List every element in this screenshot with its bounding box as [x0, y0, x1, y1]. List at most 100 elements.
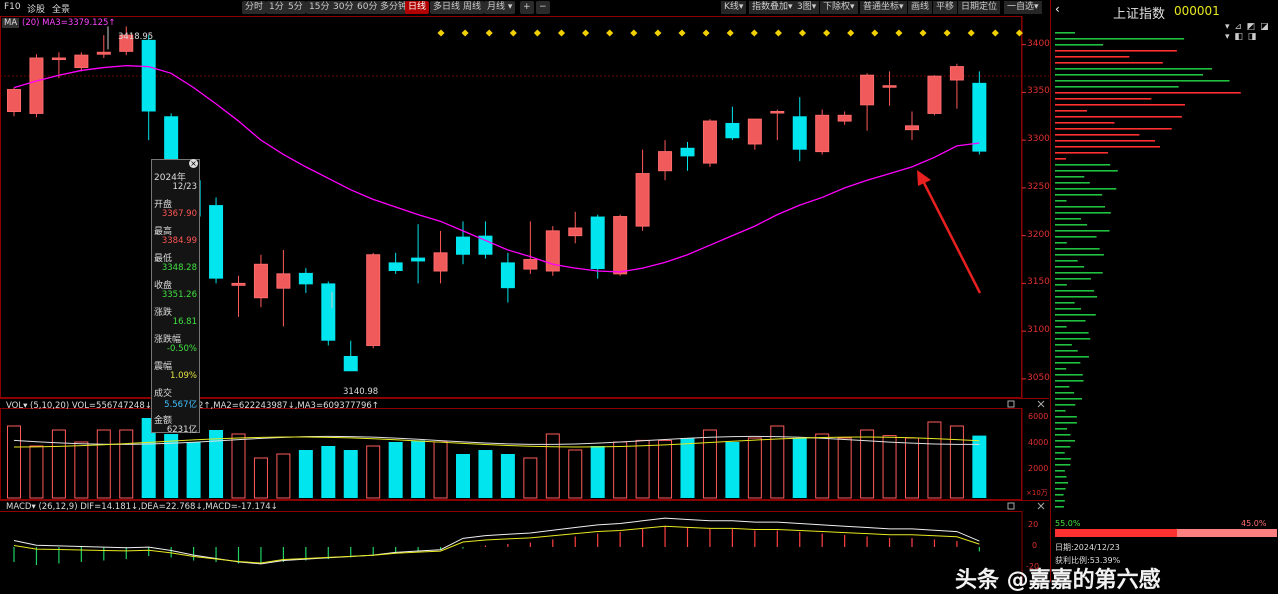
- candle-body-up: [927, 75, 942, 114]
- popup-change-label: 涨跌: [154, 308, 173, 318]
- chip-bar: [1055, 188, 1117, 190]
- period-tab-1[interactable]: 1分: [266, 1, 287, 14]
- candle-body-up: [51, 57, 66, 61]
- chip-bar: [1055, 452, 1065, 454]
- candle-body-up: [635, 173, 650, 227]
- candle-body-up: [882, 85, 897, 88]
- volume-tick: 6000: [1028, 412, 1049, 421]
- volume-bar-up: [96, 429, 111, 499]
- period-tab-10[interactable]: 月线 ▾: [484, 1, 516, 14]
- chip-bar: [1055, 62, 1163, 64]
- volume-bar-down: [388, 442, 403, 498]
- chip-bar: [1055, 398, 1082, 400]
- candle-body-down: [411, 257, 426, 262]
- chip-bar: [1055, 476, 1067, 478]
- popup-high-value: 3384.99: [161, 236, 197, 246]
- period-tab-0[interactable]: 分时: [242, 1, 267, 14]
- chip-bar: [1055, 164, 1111, 166]
- candle-body-down: [972, 82, 987, 152]
- volume-bar-down: [298, 450, 313, 498]
- macd-chart[interactable]: [0, 500, 1050, 582]
- toolbar-button-4[interactable]: 普通坐标▾: [860, 1, 907, 14]
- volume-bar-up: [7, 425, 21, 499]
- chip-bar: [1055, 284, 1067, 286]
- volume-ma-label: 2↑,MA2=622243987↓,MA3=609377796↑: [198, 401, 379, 411]
- volume-bar-up: [658, 439, 673, 499]
- toolbar-button-8[interactable]: 一自选▾: [1004, 1, 1042, 14]
- period-tab-9[interactable]: 周线: [460, 1, 485, 14]
- chip-bar: [1055, 278, 1091, 280]
- zoom-out-button[interactable]: −: [536, 1, 550, 14]
- signal-marker: [847, 29, 855, 37]
- toolbar-link-2[interactable]: 全景: [52, 2, 70, 15]
- volume-bar-up: [949, 425, 964, 499]
- chip-bar: [1055, 344, 1072, 346]
- toolbar-button-2[interactable]: 3图▾: [794, 1, 820, 14]
- candle-info-popup: × 2024年 12/23 开盘 3367.90 最高 3384.99 最低 3…: [151, 159, 200, 435]
- maximize-icon: [1007, 400, 1015, 408]
- toolbar-button-0[interactable]: K线▾: [721, 1, 747, 14]
- volume-bar-down: [972, 435, 987, 498]
- index-title: 上证指数: [1113, 7, 1166, 22]
- chip-bar: [1055, 122, 1115, 124]
- toolbar-button-3[interactable]: 下除权▾: [820, 1, 858, 14]
- candle-body-up: [29, 57, 44, 114]
- volume-bar-up: [523, 457, 538, 499]
- dif-line: [13, 517, 980, 565]
- candle-body-down: [500, 262, 515, 289]
- zoom-in-button[interactable]: +: [520, 1, 534, 14]
- toolbar-button-7[interactable]: 日期定位: [958, 1, 1001, 14]
- chip-bar: [1055, 194, 1103, 196]
- price-tick: 3050: [1027, 372, 1050, 383]
- volume-bar-up: [635, 439, 650, 499]
- volume-bar-up: [276, 453, 291, 499]
- candle-body-down: [680, 147, 695, 157]
- collapse-icon[interactable]: ‹: [1055, 2, 1060, 16]
- signal-marker: [437, 29, 445, 37]
- signal-marker: [919, 29, 927, 37]
- candle-body-down: [141, 39, 156, 112]
- chip-bar: [1055, 326, 1067, 328]
- chip-bar: [1055, 296, 1098, 298]
- chip-bar: [1055, 350, 1078, 352]
- chip-bar: [1055, 98, 1152, 100]
- period-tab-4[interactable]: 30分: [330, 1, 357, 14]
- annotation-arrow: [919, 176, 982, 294]
- toolbar-link-1[interactable]: 诊股: [27, 2, 45, 15]
- close-icon[interactable]: ×: [189, 159, 198, 168]
- period-tab-2[interactable]: 5分: [285, 1, 306, 14]
- toolbar-button-6[interactable]: 平移: [933, 1, 958, 14]
- toolbar-link-0[interactable]: F10: [4, 2, 21, 12]
- period-tab-8[interactable]: 多日线: [430, 1, 464, 14]
- chip-bar: [1055, 32, 1075, 34]
- chip-bar: [1055, 314, 1096, 316]
- toolbar-button-1[interactable]: 指数叠加▾: [749, 1, 796, 14]
- chip-bar: [1055, 422, 1077, 424]
- period-tab-7[interactable]: 日线: [405, 1, 430, 14]
- signal-marker: [991, 29, 999, 37]
- chip-bar: [1055, 494, 1064, 496]
- signal-marker: [509, 29, 517, 37]
- chip-bar: [1055, 260, 1078, 262]
- candle-body-up: [860, 74, 875, 106]
- ma-indicator-tag[interactable]: MA: [2, 18, 20, 28]
- signal-marker: [798, 29, 807, 37]
- chip-bar: [1055, 386, 1070, 388]
- price-tick: 3400: [1027, 38, 1050, 49]
- chip-bar: [1055, 56, 1130, 58]
- volume-bar-down: [725, 442, 740, 498]
- chip-bar: [1055, 440, 1075, 442]
- volume-bar-up: [433, 441, 448, 499]
- price-tick: 3300: [1027, 134, 1050, 145]
- chip-bar: [1055, 152, 1109, 154]
- volume-bar-down: [500, 454, 515, 498]
- chip-bar: [1055, 428, 1068, 430]
- toolbar-button-5[interactable]: 画线: [908, 1, 933, 14]
- volume-bar-up: [545, 433, 560, 499]
- chip-bar: [1055, 470, 1065, 472]
- chip-distribution-panel: ‹ 上证指数 000001 ▾ ⊿ ◩ ◪ ▾ ◧ ◨ 55.0% 45.0% …: [1050, 0, 1278, 582]
- period-tab-3[interactable]: 15分: [306, 1, 333, 14]
- chip-bar: [1055, 146, 1161, 148]
- volume-bar-up: [905, 437, 919, 499]
- candle-body-up: [815, 114, 830, 153]
